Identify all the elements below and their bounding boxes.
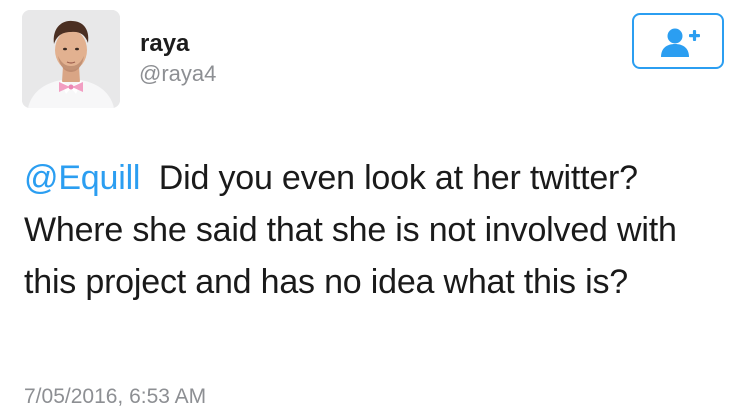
add-user-icon [661, 28, 700, 57]
tweet-card: raya @raya4 @Equill Did you even look at… [0, 0, 750, 416]
avatar-image [22, 10, 120, 108]
user-display-name[interactable]: raya [140, 30, 189, 58]
user-handle[interactable]: @raya4 [139, 60, 216, 88]
tweet-header: raya @raya4 [0, 0, 750, 120]
mention-link[interactable]: @Equill [24, 159, 140, 197]
tweet-text: @Equill Did you even look at her twitter… [24, 152, 732, 308]
avatar[interactable] [22, 10, 120, 108]
tweet-timestamp: 7/05/2016, 6:53 AM [24, 385, 207, 408]
follow-button[interactable] [632, 13, 724, 69]
